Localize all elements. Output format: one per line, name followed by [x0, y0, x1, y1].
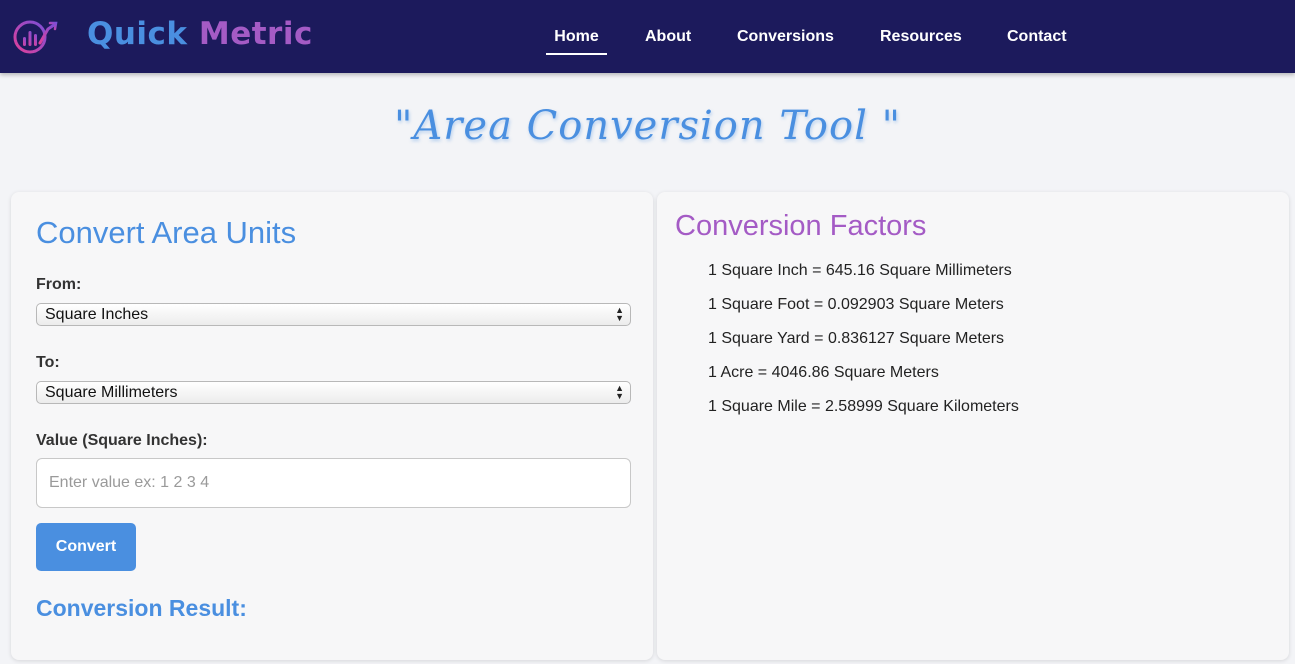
nav-link-conversions[interactable]: Conversions	[737, 28, 834, 48]
page-title: "Area Conversion Tool "	[393, 103, 901, 149]
list-item: 1 Acre = 4046.86 Square Meters	[708, 364, 939, 381]
nav-link-about[interactable]: About	[645, 28, 691, 48]
from-unit-select[interactable]: Square Inches ▲ ▼	[36, 303, 631, 326]
converter-panel: Convert Area Units From: Square Inches ▲…	[11, 192, 653, 660]
list-item: 1 Square Inch = 645.16 Square Millimeter…	[708, 262, 1012, 279]
list-item: 1 Square Foot = 0.092903 Square Meters	[708, 296, 1004, 313]
from-unit-selected-value: Square Inches	[45, 306, 149, 323]
brand-word-quick: Quick	[87, 16, 188, 52]
convert-button[interactable]: Convert	[36, 523, 136, 571]
converter-heading: Convert Area Units	[36, 215, 297, 250]
nav-link-resources[interactable]: Resources	[880, 28, 962, 48]
logo-icon[interactable]	[12, 17, 60, 55]
conversion-factors-panel: Conversion Factors 1 Square Inch = 645.1…	[657, 192, 1289, 660]
select-arrows-icon: ▲ ▼	[615, 383, 624, 401]
navbar: Quick Metric Home About Conversions Reso…	[0, 0, 1295, 73]
nav-link-contact[interactable]: Contact	[1007, 28, 1067, 48]
nav-link-home[interactable]: Home	[546, 28, 607, 55]
brand-word-metric: Metric	[198, 16, 313, 52]
list-item: 1 Square Mile = 2.58999 Square Kilometer…	[708, 398, 1019, 415]
to-unit-selected-value: Square Millimeters	[45, 384, 178, 401]
select-arrows-icon: ▲ ▼	[615, 305, 624, 323]
conversion-result-heading: Conversion Result:	[36, 595, 247, 621]
conversion-factors-heading: Conversion Factors	[675, 210, 927, 242]
brand-logo-text[interactable]: Quick Metric	[87, 16, 313, 52]
list-item: 1 Square Yard = 0.836127 Square Meters	[708, 330, 1005, 347]
value-label: Value (Square Inches):	[36, 432, 208, 449]
value-input[interactable]	[36, 458, 631, 508]
conversion-factors-list: 1 Square Inch = 645.16 Square Millimeter…	[708, 262, 1019, 432]
to-unit-select[interactable]: Square Millimeters ▲ ▼	[36, 381, 631, 404]
to-label: To:	[36, 354, 60, 371]
from-label: From:	[36, 276, 82, 293]
